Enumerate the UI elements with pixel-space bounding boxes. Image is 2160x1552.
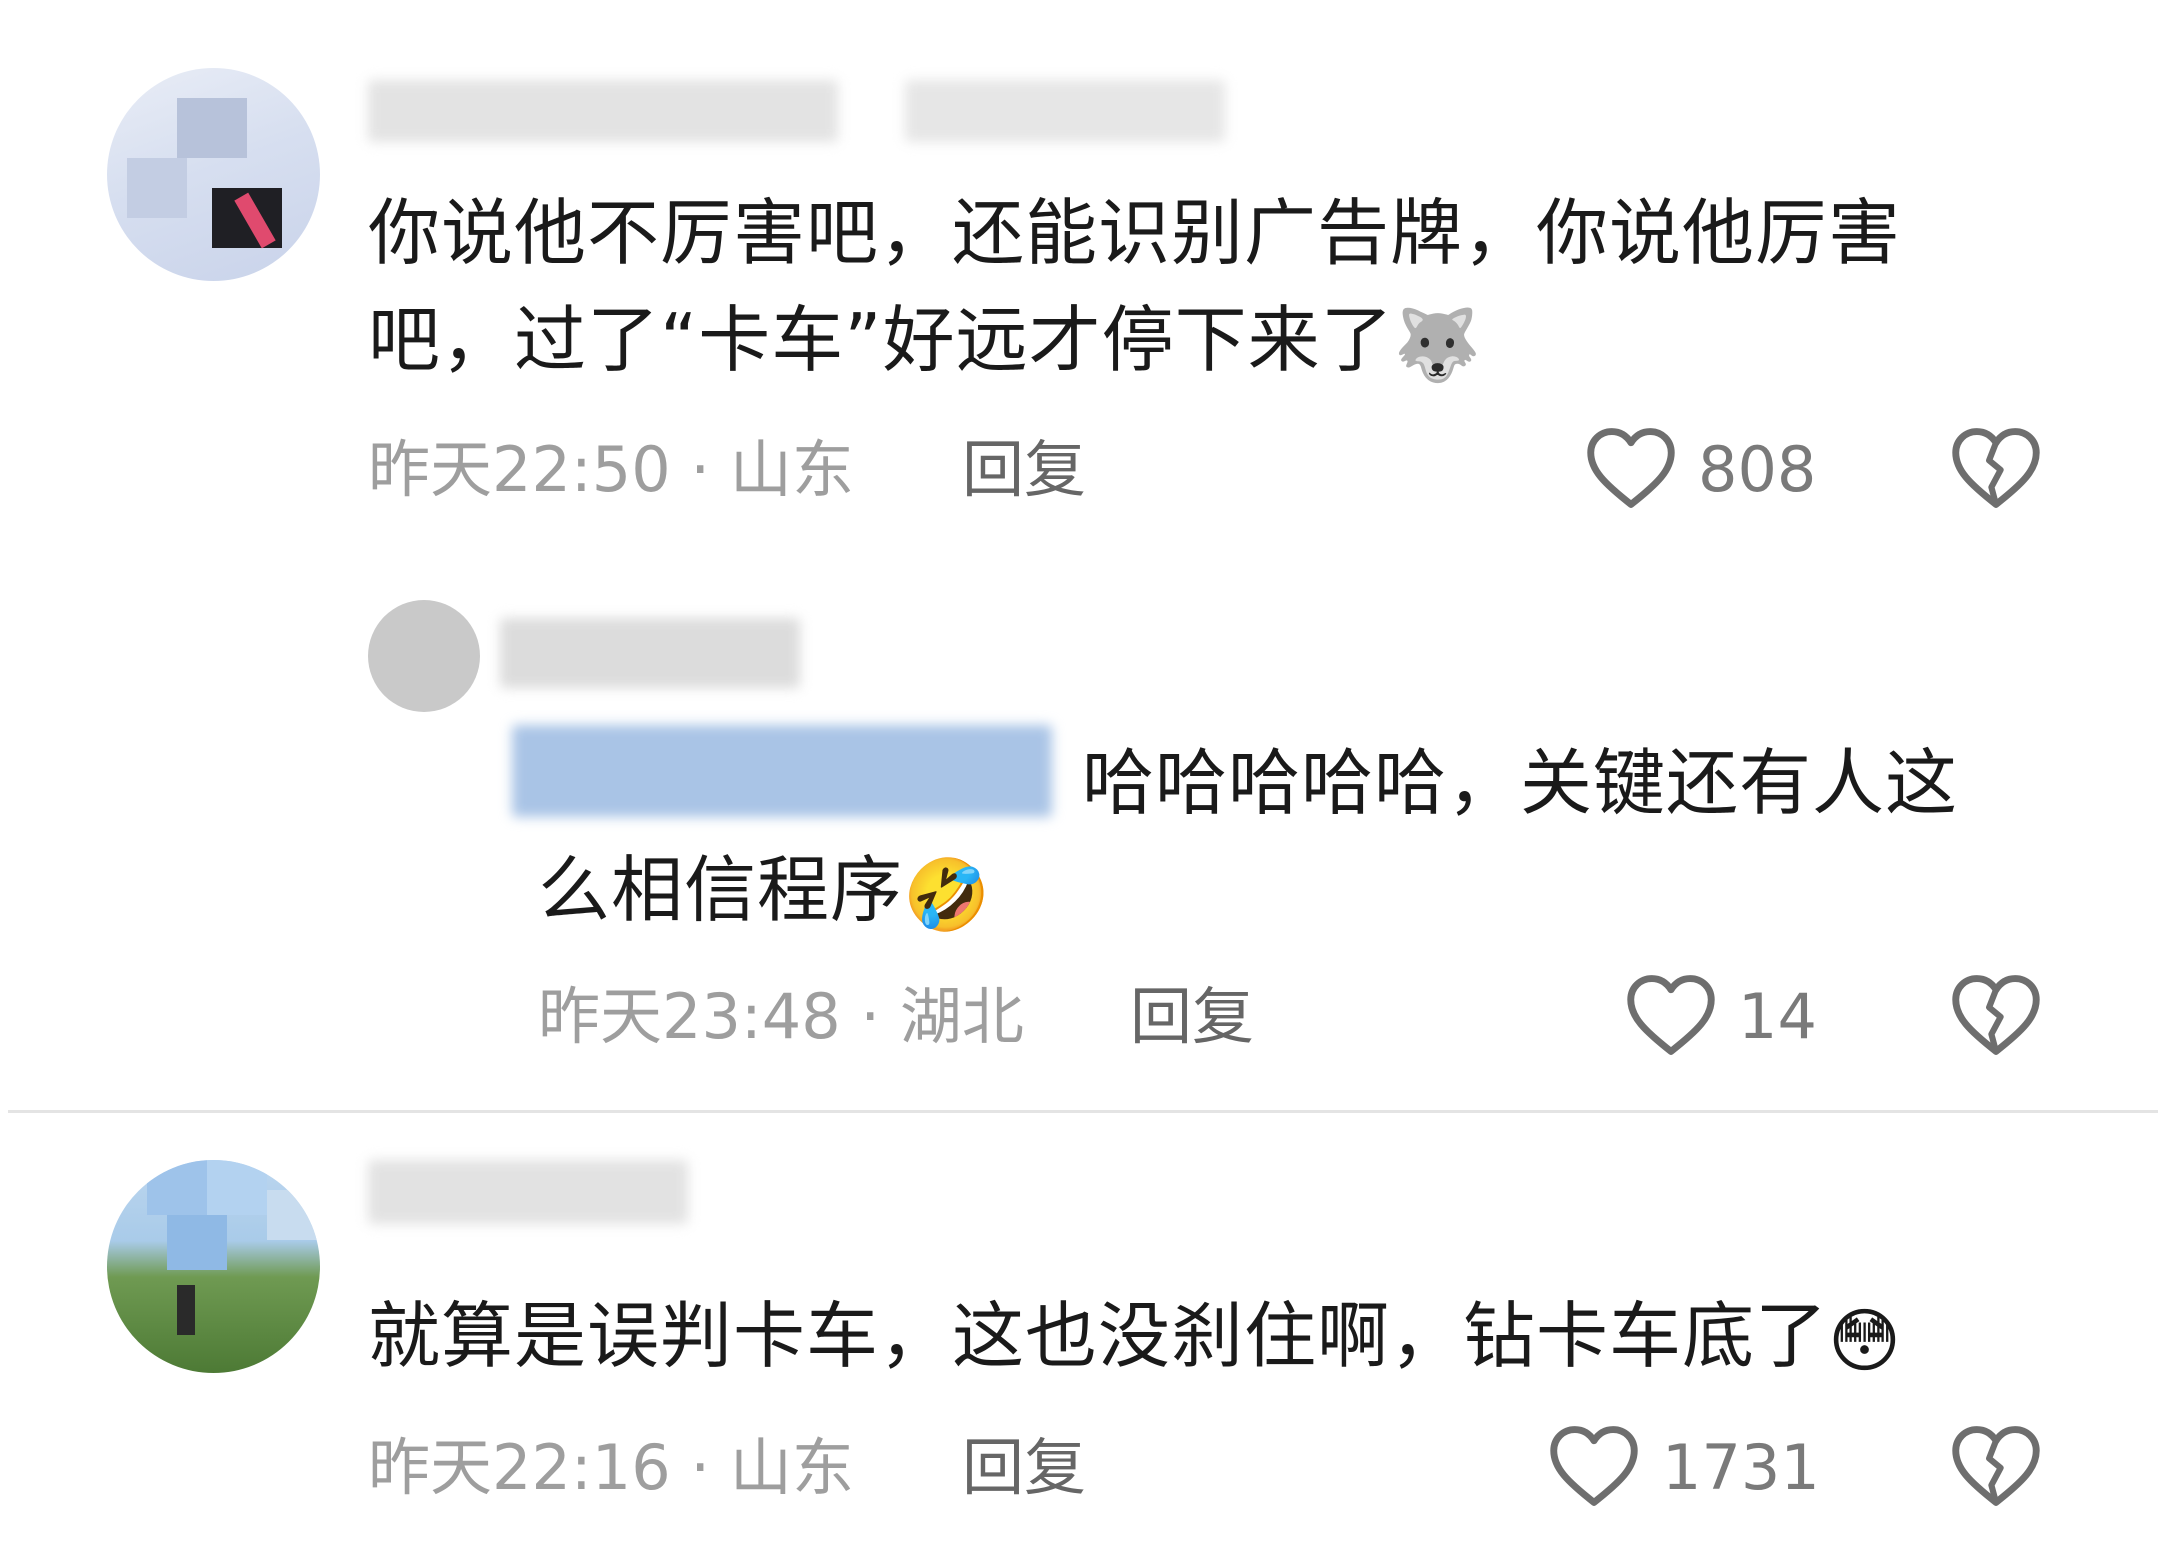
avatar[interactable] (107, 1160, 320, 1373)
like-count: 14 (1738, 980, 1817, 1053)
comment-text: 就算是误判卡车，这也没刹住啊，钻卡车底了😳 (368, 1283, 1902, 1395)
like-button[interactable] (1625, 972, 1717, 1058)
comment-text: 哈哈哈哈哈，关键还有人这 (1082, 741, 1959, 825)
username-blurred[interactable] (368, 1160, 688, 1224)
like-count: 808 (1698, 433, 1817, 506)
broken-heart-icon (1952, 1426, 2040, 1506)
comment-meta: 昨天22:50 · 山东 (368, 435, 854, 505)
flushed-face-icon: 😳 (1828, 1300, 1902, 1382)
dislike-button[interactable] (1950, 972, 2042, 1058)
timestamp: 昨天22:50 (368, 433, 671, 506)
timestamp: 昨天23:48 (538, 980, 841, 1053)
comment-text-line-2: 吧，过了“卡车”好远才停下来了🐺 (368, 287, 1482, 399)
heart-outline-icon (1627, 975, 1715, 1055)
broken-heart-icon (1952, 975, 2040, 1055)
location: 山东 (729, 433, 854, 506)
dog-face-icon: 🐺 (1393, 304, 1482, 386)
rolling-laughing-face-icon: 🤣 (903, 854, 992, 936)
separator: · (860, 980, 881, 1053)
timestamp: 昨天22:16 (368, 1431, 671, 1504)
reply-button[interactable]: 回复 (962, 435, 1086, 505)
heart-outline-icon (1587, 428, 1675, 508)
broken-heart-icon (1952, 428, 2040, 508)
comment-meta: 昨天23:48 · 湖北 (538, 982, 1024, 1052)
reply-button[interactable]: 回复 (1130, 982, 1254, 1052)
username-blurred-2 (905, 80, 1225, 142)
comment-text: 你说他不厉害吧，还能识别广告牌，你说他厉害 (368, 191, 1902, 275)
dislike-button[interactable] (1950, 1423, 2042, 1509)
avatar[interactable] (107, 68, 320, 281)
username-blurred[interactable] (368, 80, 838, 142)
mention-link-blurred[interactable] (512, 725, 1052, 817)
like-count: 1731 (1662, 1431, 1820, 1504)
avatar[interactable] (368, 600, 480, 712)
separator: · (690, 433, 711, 506)
like-button[interactable] (1585, 425, 1677, 511)
separator: · (690, 1431, 711, 1504)
divider (8, 1110, 2158, 1113)
like-button[interactable] (1548, 1423, 1640, 1509)
heart-outline-icon (1550, 1426, 1638, 1506)
reply-button[interactable]: 回复 (962, 1433, 1086, 1503)
username-blurred[interactable] (500, 618, 800, 688)
location: 山东 (729, 1431, 854, 1504)
comment-text-line-2: 么相信程序🤣 (538, 837, 991, 949)
comment-meta: 昨天22:16 · 山东 (368, 1433, 854, 1503)
dislike-button[interactable] (1950, 425, 2042, 511)
location: 湖北 (899, 980, 1024, 1053)
